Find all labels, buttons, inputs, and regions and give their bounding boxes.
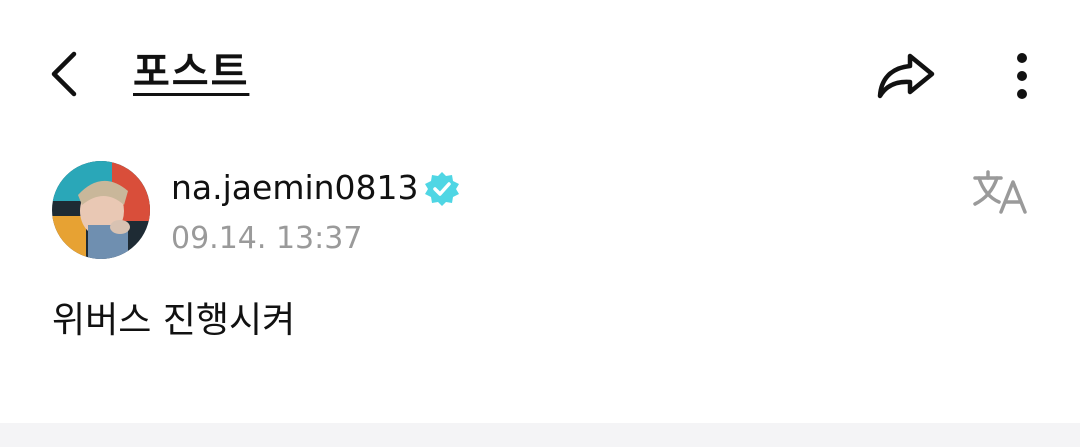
verified-badge-icon (425, 172, 459, 206)
page-title: 포스트 (133, 49, 250, 95)
translate-button[interactable] (968, 162, 1034, 222)
share-arrow-icon (877, 53, 935, 99)
post-timestamp: 09.14. 13:37 (171, 221, 363, 256)
chevron-left-icon (51, 51, 77, 97)
back-button[interactable] (36, 44, 92, 104)
section-divider (0, 423, 1080, 447)
top-app-bar: 포스트 (0, 0, 1080, 150)
author-avatar[interactable] (52, 161, 150, 259)
more-vertical-icon (1017, 53, 1027, 99)
translate-icon (973, 170, 1027, 214)
author-name[interactable]: na.jaemin0813 (171, 166, 419, 210)
avatar-photo (52, 161, 150, 259)
more-options-button[interactable] (996, 44, 1048, 108)
share-button[interactable] (868, 44, 944, 108)
post-detail-screen: 포스트 na.jaemin0813 09.14. 13:37 위버스 진행시켜 (0, 0, 1080, 447)
post-body-text: 위버스 진행시켜 (52, 300, 296, 341)
